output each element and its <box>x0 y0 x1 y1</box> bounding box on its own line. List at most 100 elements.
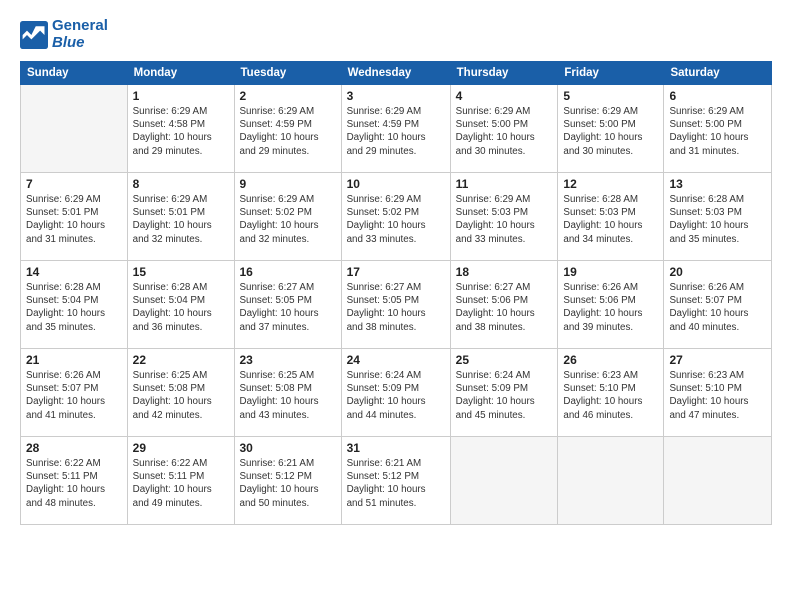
calendar-cell: 26 Sunrise: 6:23 AM Sunset: 5:10 PM Dayli… <box>558 349 664 437</box>
calendar-cell: 10Sunrise: 6:29 AM Sunset: 5:02 PM Dayli… <box>341 173 450 261</box>
day-number: 22 <box>133 353 229 367</box>
calendar-cell: 5 Sunrise: 6:29 AM Sunset: 5:00 PM Daylig… <box>558 85 664 173</box>
day-number: 7 <box>26 177 122 191</box>
day-number: 29 <box>133 441 229 455</box>
week-row-1: 1 Sunrise: 6:29 AM Sunset: 4:58 PM Daylig… <box>21 85 772 173</box>
col-header-thursday: Thursday <box>450 62 558 85</box>
day-number: 6 <box>669 89 766 103</box>
day-number: 3 <box>347 89 445 103</box>
day-number: 14 <box>26 265 122 279</box>
day-number: 16 <box>240 265 336 279</box>
day-info: Sunrise: 6:28 AM Sunset: 5:03 PM Dayligh… <box>563 193 658 246</box>
day-number: 15 <box>133 265 229 279</box>
day-number: 1 <box>133 89 229 103</box>
col-header-monday: Monday <box>127 62 234 85</box>
col-header-sunday: Sunday <box>21 62 128 85</box>
day-number: 2 <box>240 89 336 103</box>
logo-line2: Blue <box>52 35 108 52</box>
col-header-wednesday: Wednesday <box>341 62 450 85</box>
day-info: Sunrise: 6:26 AM Sunset: 5:06 PM Dayligh… <box>563 281 658 334</box>
day-info: Sunrise: 6:25 AM Sunset: 5:08 PM Dayligh… <box>240 369 336 422</box>
day-number: 23 <box>240 353 336 367</box>
calendar-cell: 14Sunrise: 6:28 AM Sunset: 5:04 PM Dayli… <box>21 261 128 349</box>
logo-line1: General <box>52 18 108 35</box>
calendar-cell: 18 Sunrise: 6:27 AM Sunset: 5:06 PM Dayli… <box>450 261 558 349</box>
calendar-cell: 4Sunrise: 6:29 AM Sunset: 5:00 PM Daylig… <box>450 85 558 173</box>
calendar-cell <box>450 437 558 525</box>
day-number: 11 <box>456 177 553 191</box>
day-info: Sunrise: 6:29 AM Sunset: 5:00 PM Dayligh… <box>669 105 766 158</box>
day-info: Sunrise: 6:29 AM Sunset: 5:01 PM Dayligh… <box>133 193 229 246</box>
day-number: 24 <box>347 353 445 367</box>
calendar-cell: 12 Sunrise: 6:28 AM Sunset: 5:03 PM Dayli… <box>558 173 664 261</box>
day-number: 18 <box>456 265 553 279</box>
day-info: Sunrise: 6:29 AM Sunset: 5:00 PM Dayligh… <box>563 105 658 158</box>
day-number: 9 <box>240 177 336 191</box>
day-info: Sunrise: 6:29 AM Sunset: 5:03 PM Dayligh… <box>456 193 553 246</box>
calendar-cell: 28Sunrise: 6:22 AM Sunset: 5:11 PM Dayli… <box>21 437 128 525</box>
logo-icon <box>20 21 48 49</box>
week-row-2: 7 Sunrise: 6:29 AM Sunset: 5:01 PM Daylig… <box>21 173 772 261</box>
col-header-friday: Friday <box>558 62 664 85</box>
day-info: Sunrise: 6:22 AM Sunset: 5:11 PM Dayligh… <box>26 457 122 510</box>
day-number: 20 <box>669 265 766 279</box>
day-number: 21 <box>26 353 122 367</box>
calendar-cell: 9 Sunrise: 6:29 AM Sunset: 5:02 PM Daylig… <box>234 173 341 261</box>
day-info: Sunrise: 6:29 AM Sunset: 5:02 PM Dayligh… <box>240 193 336 246</box>
calendar-cell: 1 Sunrise: 6:29 AM Sunset: 4:58 PM Daylig… <box>127 85 234 173</box>
day-info: Sunrise: 6:29 AM Sunset: 5:01 PM Dayligh… <box>26 193 122 246</box>
calendar-cell: 11 Sunrise: 6:29 AM Sunset: 5:03 PM Dayli… <box>450 173 558 261</box>
day-info: Sunrise: 6:29 AM Sunset: 4:58 PM Dayligh… <box>133 105 229 158</box>
header: General Blue <box>20 18 772 51</box>
day-info: Sunrise: 6:21 AM Sunset: 5:12 PM Dayligh… <box>347 457 445 510</box>
calendar-cell: 17 Sunrise: 6:27 AM Sunset: 5:05 PM Dayli… <box>341 261 450 349</box>
day-number: 27 <box>669 353 766 367</box>
day-info: Sunrise: 6:27 AM Sunset: 5:05 PM Dayligh… <box>240 281 336 334</box>
day-info: Sunrise: 6:29 AM Sunset: 5:02 PM Dayligh… <box>347 193 445 246</box>
calendar-cell: 24Sunrise: 6:24 AM Sunset: 5:09 PM Dayli… <box>341 349 450 437</box>
day-info: Sunrise: 6:29 AM Sunset: 4:59 PM Dayligh… <box>347 105 445 158</box>
calendar-cell: 2 Sunrise: 6:29 AM Sunset: 4:59 PM Daylig… <box>234 85 341 173</box>
day-info: Sunrise: 6:24 AM Sunset: 5:09 PM Dayligh… <box>456 369 553 422</box>
week-row-3: 14 Sunrise: 6:28 AM Sunset: 5:04 PM Dayli… <box>21 261 772 349</box>
day-info: Sunrise: 6:27 AM Sunset: 5:06 PM Dayligh… <box>456 281 553 334</box>
day-number: 4 <box>456 89 553 103</box>
calendar-cell: 3 Sunrise: 6:29 AM Sunset: 4:59 PM Daylig… <box>341 85 450 173</box>
calendar-cell: 30Sunrise: 6:21 AM Sunset: 5:12 PM Dayli… <box>234 437 341 525</box>
calendar-cell: 7 Sunrise: 6:29 AM Sunset: 5:01 PM Daylig… <box>21 173 128 261</box>
calendar-cell: 29 Sunrise: 6:22 AM Sunset: 5:11 PM Dayli… <box>127 437 234 525</box>
calendar-cell: 15 Sunrise: 6:28 AM Sunset: 5:04 PM Dayli… <box>127 261 234 349</box>
day-info: Sunrise: 6:23 AM Sunset: 5:10 PM Dayligh… <box>669 369 766 422</box>
logo: General Blue <box>20 18 108 51</box>
calendar-cell: 8Sunrise: 6:29 AM Sunset: 5:01 PM Daylig… <box>127 173 234 261</box>
day-info: Sunrise: 6:23 AM Sunset: 5:10 PM Dayligh… <box>563 369 658 422</box>
calendar-cell: 20 Sunrise: 6:26 AM Sunset: 5:07 PM Dayli… <box>664 261 772 349</box>
calendar-cell <box>558 437 664 525</box>
calendar-cell: 16 Sunrise: 6:27 AM Sunset: 5:05 PM Dayli… <box>234 261 341 349</box>
week-row-4: 21 Sunrise: 6:26 AM Sunset: 5:07 PM Dayli… <box>21 349 772 437</box>
day-info: Sunrise: 6:25 AM Sunset: 5:08 PM Dayligh… <box>133 369 229 422</box>
day-info: Sunrise: 6:22 AM Sunset: 5:11 PM Dayligh… <box>133 457 229 510</box>
day-info: Sunrise: 6:27 AM Sunset: 5:05 PM Dayligh… <box>347 281 445 334</box>
day-number: 31 <box>347 441 445 455</box>
day-number: 17 <box>347 265 445 279</box>
day-info: Sunrise: 6:26 AM Sunset: 5:07 PM Dayligh… <box>669 281 766 334</box>
calendar-cell: 22 Sunrise: 6:25 AM Sunset: 5:08 PM Dayli… <box>127 349 234 437</box>
day-number: 5 <box>563 89 658 103</box>
calendar-cell <box>21 85 128 173</box>
calendar-cell <box>664 437 772 525</box>
day-info: Sunrise: 6:28 AM Sunset: 5:03 PM Dayligh… <box>669 193 766 246</box>
page: General Blue SundayMondayTuesdayWednesda… <box>0 0 792 612</box>
calendar-header-row: SundayMondayTuesdayWednesdayThursdayFrid… <box>21 62 772 85</box>
week-row-5: 28Sunrise: 6:22 AM Sunset: 5:11 PM Dayli… <box>21 437 772 525</box>
day-info: Sunrise: 6:28 AM Sunset: 5:04 PM Dayligh… <box>133 281 229 334</box>
day-number: 26 <box>563 353 658 367</box>
day-number: 12 <box>563 177 658 191</box>
day-info: Sunrise: 6:29 AM Sunset: 4:59 PM Dayligh… <box>240 105 336 158</box>
calendar-cell: 27 Sunrise: 6:23 AM Sunset: 5:10 PM Dayli… <box>664 349 772 437</box>
day-info: Sunrise: 6:26 AM Sunset: 5:07 PM Dayligh… <box>26 369 122 422</box>
col-header-tuesday: Tuesday <box>234 62 341 85</box>
day-number: 13 <box>669 177 766 191</box>
day-number: 25 <box>456 353 553 367</box>
calendar-cell: 21 Sunrise: 6:26 AM Sunset: 5:07 PM Dayli… <box>21 349 128 437</box>
